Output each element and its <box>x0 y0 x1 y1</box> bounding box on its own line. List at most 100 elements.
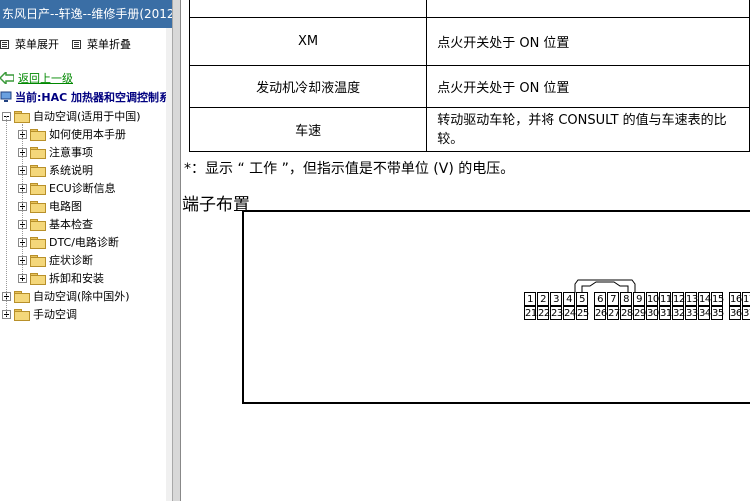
terminal-diagram: 1234567891011121314151617181920 21222324… <box>242 210 750 404</box>
tree-item[interactable]: 系统说明 <box>18 161 93 179</box>
terminal-pin: 37 <box>742 306 750 320</box>
tree-item-label: 症状诊断 <box>49 254 93 267</box>
expand-menu-button[interactable]: 菜单展开 <box>0 36 59 52</box>
terminal-pin: 31 <box>659 306 672 320</box>
tree-item-label: ECU诊断信息 <box>49 182 116 195</box>
folder-icon <box>30 272 46 285</box>
tree-item[interactable]: 自动空调(适用于中国) <box>2 107 141 125</box>
tree-item[interactable]: 手动空调 <box>2 305 77 323</box>
tree-item-label: 电路图 <box>49 200 82 213</box>
terminal-pin: 10 <box>646 292 659 306</box>
terminal-pin: 7 <box>607 292 619 306</box>
computer-icon <box>0 91 12 102</box>
terminal-pin: 8 <box>620 292 632 306</box>
terminal-pin: 12 <box>672 292 685 306</box>
terminal-pin: 25 <box>576 306 589 320</box>
tree-item-label: 拆卸和安装 <box>49 272 104 285</box>
footnote: *：显示 “ 工作 ”，但指示值是不带单位 (V) 的电压。 <box>184 161 515 177</box>
tree-item-label: 手动空调 <box>33 308 77 321</box>
terminal-pin: 27 <box>607 306 620 320</box>
tree-item[interactable]: ECU诊断信息 <box>18 179 116 197</box>
terminal-pin: 11 <box>659 292 672 306</box>
folder-icon <box>14 308 30 321</box>
folder-icon <box>30 146 46 159</box>
app-title: 东风日产--轩逸--维修手册(2012) <box>0 0 172 28</box>
terminal-pin: 26 <box>594 306 607 320</box>
spec-table: XM 点火开关处于 ON 位置 发动机冷却液温度 点火开关处于 ON 位置 车速… <box>188 0 750 152</box>
tree-item[interactable]: 基本检查 <box>18 215 93 233</box>
tree-item[interactable]: 注意事项 <box>18 143 93 161</box>
menu-icon <box>0 39 9 49</box>
tree-item-label: 基本检查 <box>49 218 93 231</box>
terminal-pin: 28 <box>620 306 633 320</box>
folder-icon <box>30 218 46 231</box>
pane-divider[interactable] <box>172 0 181 501</box>
table-row: XM 点火开关处于 ON 位置 <box>188 17 750 66</box>
terminal-pin: 2 <box>537 292 549 306</box>
terminal-pin: 23 <box>550 306 563 320</box>
terminal-pin: 32 <box>672 306 685 320</box>
terminal-pin: 34 <box>698 306 711 320</box>
section-title: 端子布置 <box>182 195 250 215</box>
tree-item[interactable]: 电路图 <box>18 197 82 215</box>
terminal-pin: 13 <box>685 292 698 306</box>
terminal-pin: 6 <box>594 292 606 306</box>
tree-line <box>6 116 7 316</box>
tree-item-label: 如何使用本手册 <box>49 128 126 141</box>
tree-item[interactable]: 拆卸和安装 <box>18 269 104 287</box>
table-cell-condition: 点火开关处于 ON 位置 <box>426 17 750 66</box>
terminal-pin: 1 <box>524 292 536 306</box>
collapse-menu-button[interactable]: 菜单折叠 <box>72 36 131 52</box>
terminal-pin: 22 <box>537 306 550 320</box>
menu-icon <box>72 39 81 49</box>
table-row: 车速 转动驱动车轮，并将 CONSULT 的值与车速表的比较。 <box>188 107 750 152</box>
table-cell-condition: 点火开关处于 ON 位置 <box>426 65 750 108</box>
terminal-pin: 4 <box>563 292 575 306</box>
collapse-menu-label: 菜单折叠 <box>87 38 131 51</box>
terminal-pin: 14 <box>698 292 711 306</box>
tree-item[interactable]: 如何使用本手册 <box>18 125 126 143</box>
table-cell-condition: 转动驱动车轮，并将 CONSULT 的值与车速表的比较。 <box>426 107 750 152</box>
folder-icon <box>30 164 46 177</box>
tree-item-label: 注意事项 <box>49 146 93 159</box>
table-cell-item: 车速 <box>188 107 428 152</box>
connector-bottom-row: 2122232425262728293031323334353637383940 <box>524 306 750 320</box>
connector-top-row: 1234567891011121314151617181920 <box>524 292 750 306</box>
table-cell-item: 发动机冷却液温度 <box>188 65 428 108</box>
tree-line <box>22 124 23 278</box>
folder-icon <box>30 128 46 141</box>
tree-item-label: 自动空调(适用于中国) <box>33 110 141 123</box>
terminal-pin: 36 <box>729 306 742 320</box>
folder-icon <box>14 290 30 303</box>
tree-item-label: 自动空调(除中国外) <box>33 290 130 303</box>
folder-icon <box>30 200 46 213</box>
terminal-pin: 15 <box>711 292 724 306</box>
folder-icon <box>30 236 46 249</box>
table-cell-item: XM <box>188 17 428 66</box>
tree-item[interactable]: 自动空调(除中国外) <box>2 287 130 305</box>
tree-item-label: 系统说明 <box>49 164 93 177</box>
terminal-pin: 33 <box>685 306 698 320</box>
folder-icon <box>30 182 46 195</box>
tree-item-label: DTC/电路诊断 <box>49 236 119 249</box>
tree-item[interactable]: 症状诊断 <box>18 251 93 269</box>
terminal-pin: 21 <box>524 306 537 320</box>
terminal-pin: 9 <box>633 292 645 306</box>
folder-icon <box>30 254 46 267</box>
tree-item[interactable]: DTC/电路诊断 <box>18 233 119 251</box>
back-link[interactable]: 返回上一级 <box>0 70 73 86</box>
terminal-pin: 17 <box>742 292 750 306</box>
terminal-pin: 29 <box>633 306 646 320</box>
current-item: 当前:HAC 加热器和空调控制系 <box>0 89 170 105</box>
terminal-pin: 35 <box>711 306 724 320</box>
terminal-pin: 30 <box>646 306 659 320</box>
sidebar: 东风日产--轩逸--维修手册(2012) 菜单展开 菜单折叠 返回上一级 当前:… <box>0 0 172 501</box>
terminal-pin: 24 <box>563 306 576 320</box>
terminal-pin: 5 <box>576 292 588 306</box>
connector-pins: 1234567891011121314151617181920 21222324… <box>524 292 750 320</box>
terminal-pin: 3 <box>550 292 562 306</box>
folder-icon <box>14 110 30 123</box>
current-item-label: 当前:HAC 加热器和空调控制系 <box>15 91 171 104</box>
back-link-label: 返回上一级 <box>18 72 73 85</box>
back-arrow-icon <box>0 72 14 84</box>
